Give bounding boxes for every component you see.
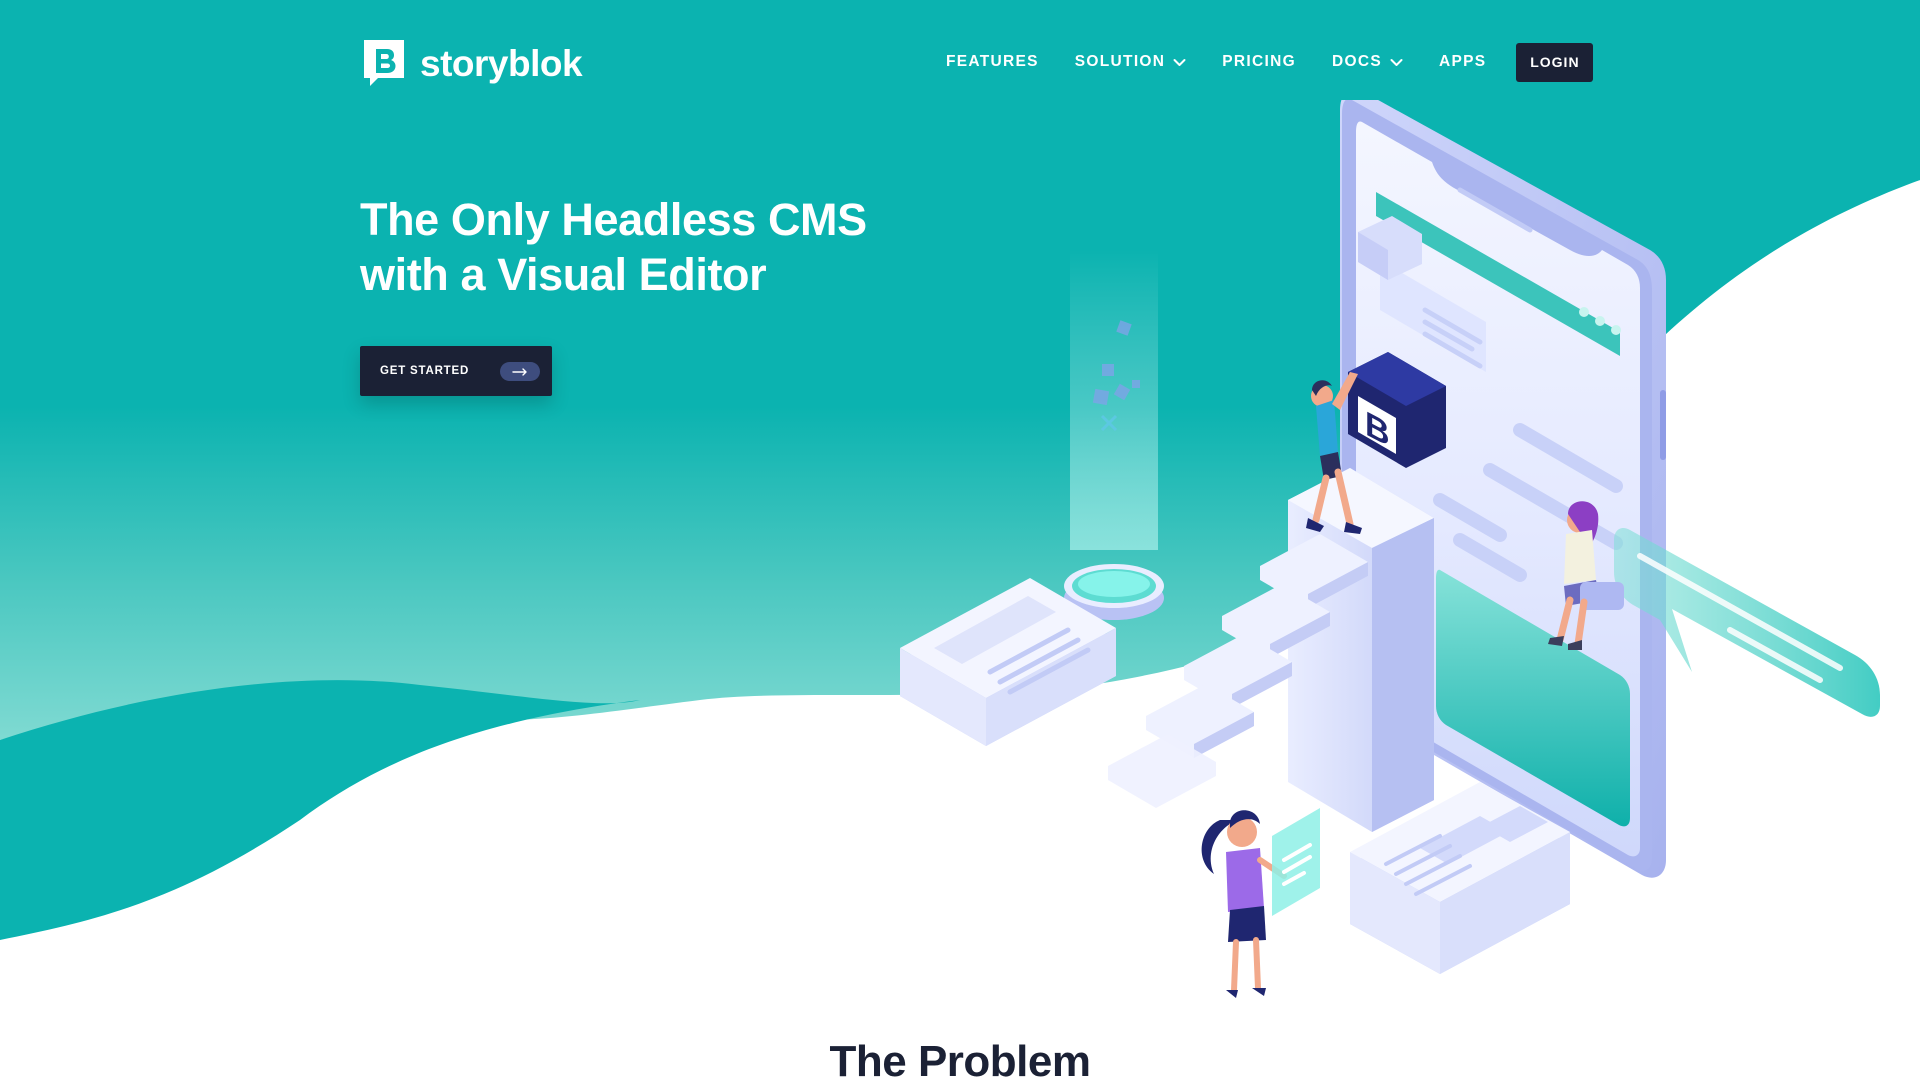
brand-name: storyblok [420, 42, 583, 84]
nav-item-label: PRICING [1222, 53, 1296, 70]
nav-item-label: APPS [1438, 53, 1487, 70]
chevron-down-icon [1390, 58, 1403, 66]
chevron-down-icon [1173, 58, 1186, 66]
storyblok-logo-icon [364, 40, 404, 86]
brand-logo[interactable]: storyblok [362, 38, 583, 88]
arrow-right-icon [500, 362, 540, 381]
nav-item-pricing[interactable]: PRICING [1222, 53, 1296, 71]
nav-item-docs[interactable]: DOCS [1332, 53, 1403, 71]
nav-item-features[interactable]: FEATURES [946, 53, 1039, 71]
nav-item-label: FEATURES [946, 53, 1039, 70]
nav-item-apps[interactable]: APPS [1439, 53, 1486, 71]
get-started-label: GET STARTED [380, 365, 470, 377]
hero-title: The Only Headless CMS with a Visual Edit… [360, 192, 920, 302]
isometric-phone-cms-illustration: B [900, 100, 1880, 998]
section-heading: The Problem [829, 1037, 1092, 1080]
page: storyblok FEATURES SOLUTION PRICING DOCS [0, 0, 1920, 1080]
hero-title-line-2: with a Visual Editor [360, 249, 767, 300]
nav-item-label: SOLUTION [1074, 53, 1166, 70]
nav-item-solution[interactable]: SOLUTION [1075, 53, 1186, 71]
hero-title-line-1: The Only Headless CMS [360, 194, 867, 245]
get-started-button[interactable]: GET STARTED [360, 346, 552, 396]
nav-item-label: DOCS [1331, 53, 1382, 70]
login-button[interactable]: LOGIN [1516, 42, 1594, 82]
main-menu: FEATURES SOLUTION PRICING DOCS APPS LOGI… [946, 42, 1594, 82]
